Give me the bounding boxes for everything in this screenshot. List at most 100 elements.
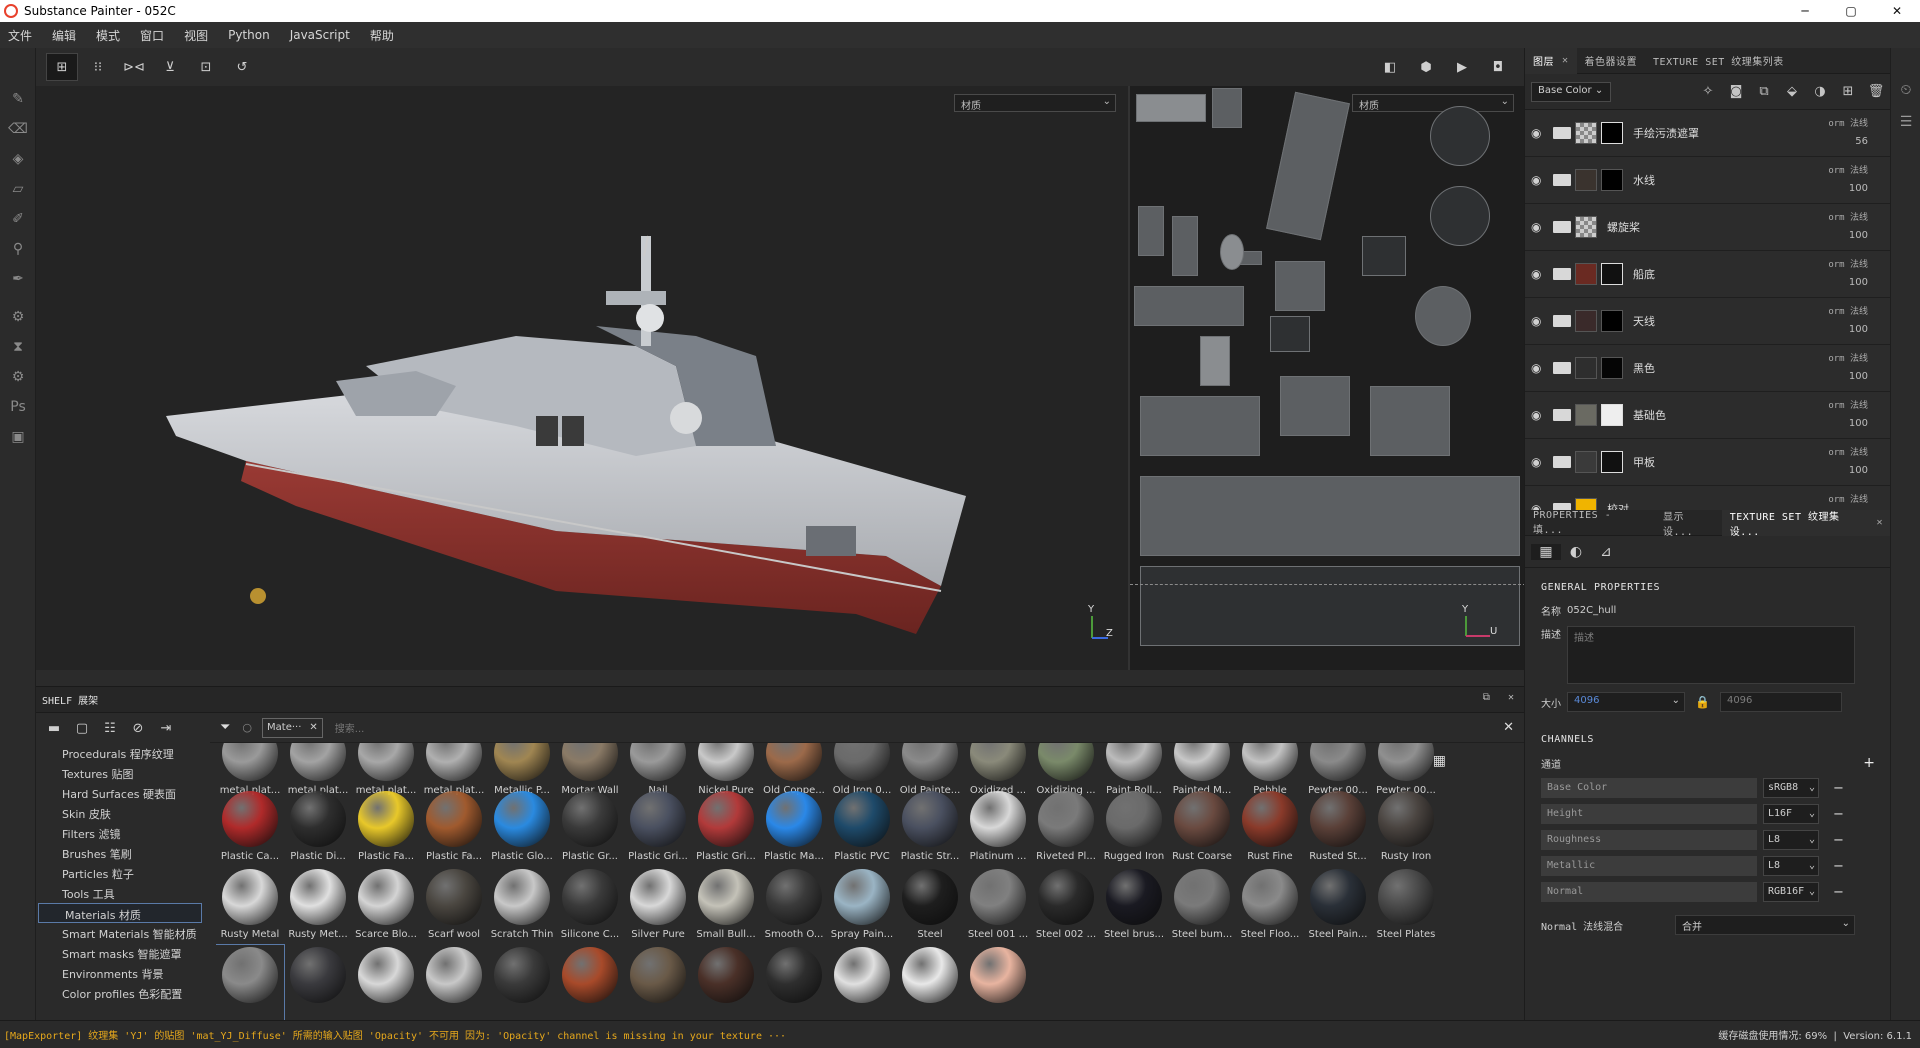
remove-channel-icon[interactable]: − [1833, 885, 1844, 900]
layer-row[interactable]: ◉ 天线 orm 法线 100 [1525, 298, 1890, 345]
material-thumbnail[interactable]: Rust Coarse [1168, 789, 1236, 867]
material-thumbnail[interactable] [624, 945, 692, 1021]
export-icon[interactable]: ⧗ [0, 332, 36, 362]
menu-javascript[interactable]: JavaScript [290, 28, 350, 42]
circle-filter-icon[interactable]: ○ [242, 721, 252, 734]
add-mask-icon[interactable]: ◙ [1722, 84, 1750, 99]
material-thumbnail[interactable]: Steel 001 ... [964, 867, 1032, 945]
channel-format-dropdown[interactable]: L16F ⌄ [1763, 804, 1819, 824]
add-view-icon[interactable]: ⊡ [190, 53, 222, 81]
layer-blend-mode[interactable]: orm 法线 [1828, 445, 1868, 458]
eraser-icon[interactable]: ⌫ [0, 114, 36, 144]
channel-format-dropdown[interactable]: L8 ⌄ [1763, 830, 1819, 850]
tab-layers[interactable]: 图层 ✕ [1525, 47, 1577, 74]
material-thumbnail[interactable]: Platinum ... [964, 789, 1032, 867]
shelf-category-materials[interactable]: Materials 材质 [38, 903, 202, 923]
channel-format-dropdown[interactable]: RGB16F ⌄ [1763, 882, 1819, 902]
material-thumbnail[interactable] [692, 945, 760, 1021]
shelf-category-skin[interactable]: Skin 皮肤 [36, 803, 204, 823]
material-thumbnail[interactable] [352, 945, 420, 1021]
remove-channel-icon[interactable]: − [1833, 781, 1844, 796]
filter-icon[interactable]: ⏷ [220, 720, 230, 735]
settings-icon[interactable]: ⚙ [0, 362, 36, 392]
close-tab-icon[interactable]: ✕ [1876, 517, 1883, 528]
material-thumbnail[interactable] [420, 945, 488, 1021]
close-tab-icon[interactable]: ✕ [1562, 55, 1569, 66]
size-dropdown[interactable]: 4096 ⌄ [1567, 692, 1685, 712]
database-icon[interactable]: ☷ [96, 721, 124, 736]
paint-brush-icon[interactable]: ✎ [0, 84, 36, 114]
material-thumbnail[interactable]: Rusty Met... [284, 867, 352, 945]
view-3d-2d-icon[interactable]: ⊞ [46, 53, 78, 81]
tab-display-settings[interactable]: 显示设... [1655, 510, 1722, 538]
material-thumbnail[interactable]: Silver Pure [624, 867, 692, 945]
layer-opacity[interactable]: 100 [1849, 277, 1868, 288]
material-thumbnail[interactable] [488, 945, 556, 1021]
layer-opacity[interactable]: 100 [1849, 371, 1868, 382]
tab-texture-set-settings[interactable]: TEXTURE SET 纹理集设... ✕ [1721, 509, 1891, 538]
shelf-category-textures[interactable]: Textures 贴图 [36, 763, 204, 783]
bake-icon[interactable]: ⚙ [0, 302, 36, 332]
filter-tag[interactable]: Mate··· ✕ [262, 717, 323, 738]
material-thumbnail[interactable]: Steel [896, 867, 964, 945]
shelf-category-color-profiles[interactable]: Color profiles 色彩配置 [36, 983, 204, 1003]
layer-blend-mode[interactable]: orm 法线 [1828, 398, 1868, 411]
delete-layer-icon[interactable]: 🗑 [1862, 84, 1890, 99]
material-thumbnail[interactable]: Steel brus... [1100, 867, 1168, 945]
add-channel-icon[interactable]: + [1863, 755, 1875, 771]
material-thumbnail[interactable]: Plastic Gr... [556, 789, 624, 867]
material-thumbnail[interactable]: Rust Fine [1236, 789, 1304, 867]
viewport-3d[interactable]: 材质 ⌄ Y Z [36, 86, 1128, 670]
visibility-eye-icon[interactable]: ◉ [1531, 173, 1549, 187]
layer-blend-mode[interactable]: orm 法线 [1828, 351, 1868, 364]
material-thumbnail[interactable]: Plastic Gri... [624, 789, 692, 867]
add-layer-icon[interactable]: ⧉ [1750, 84, 1778, 99]
viewport-2d-uv[interactable]: 材质 ⌄ Y U [1128, 86, 1524, 670]
material-thumbnail[interactable]: Smooth O... [760, 867, 828, 945]
material-thumbnail[interactable]: Rusted St... [1304, 789, 1372, 867]
add-fill-layer-icon[interactable]: ⬙ [1778, 84, 1806, 99]
material-thumbnail[interactable] [896, 945, 964, 1021]
camera-icon[interactable]: ▶ [1446, 53, 1478, 81]
layer-blend-mode[interactable]: orm 法线 [1828, 492, 1868, 505]
material-thumbnail[interactable]: Scratch Thin [488, 867, 556, 945]
log-panel-icon[interactable]: ☰ [1891, 106, 1920, 138]
layer-row[interactable]: ◉ 水线 orm 法线 100 [1525, 157, 1890, 204]
material-thumbnail[interactable] [760, 945, 828, 1021]
layer-row[interactable]: ◉ 船底 orm 法线 100 [1525, 251, 1890, 298]
visibility-eye-icon[interactable]: ◉ [1531, 361, 1549, 375]
channel-format-dropdown[interactable]: L8 ⌄ [1763, 856, 1819, 876]
tab-properties[interactable]: PROPERTIES - 填... [1525, 510, 1655, 536]
layer-blend-mode[interactable]: orm 法线 [1828, 257, 1868, 270]
layer-opacity[interactable]: 100 [1849, 465, 1868, 476]
add-folder-icon[interactable]: ⊞ [1834, 84, 1862, 99]
material-thumbnail[interactable]: Rusty Metal [216, 867, 284, 945]
shelf-category-filters[interactable]: Filters 滤镜 [36, 823, 204, 843]
history-icon[interactable]: ↺ [226, 53, 258, 81]
material-thumbnail[interactable]: Steel Floo... [1236, 867, 1304, 945]
folder-icon[interactable]: ▬ [40, 721, 68, 736]
shelf-search-input[interactable]: 搜索... [335, 720, 365, 735]
layer-opacity[interactable]: 100 [1849, 324, 1868, 335]
layer-row[interactable]: ◉ 手绘污渍遮罩 orm 法线 56 [1525, 110, 1890, 157]
shelf-category-tools[interactable]: Tools 工具 [36, 883, 204, 903]
shelf-category-environments[interactable]: Environments 背景 [36, 963, 204, 983]
material-thumbnail[interactable] [964, 945, 1032, 1021]
material-thumbnail[interactable] [284, 945, 352, 1021]
visibility-eye-icon[interactable]: ◉ [1531, 408, 1549, 422]
cube-icon[interactable]: ⬢ [1410, 53, 1442, 81]
layer-blend-mode[interactable]: orm 法线 [1828, 163, 1868, 176]
material-thumbnail[interactable]: Rusty Iron [1372, 789, 1440, 867]
photoshop-icon[interactable]: Ps [0, 392, 36, 422]
projection-icon[interactable]: ◈ [0, 144, 36, 174]
shelf-category-brushes[interactable]: Brushes 笔刷 [36, 843, 204, 863]
tab-texture-set-list[interactable]: TEXTURE SET 纹理集列表 [1645, 48, 1792, 74]
layer-row[interactable]: ◉ 螺旋桨 orm 法线 100 [1525, 204, 1890, 251]
menu-python[interactable]: Python [228, 28, 270, 42]
material-thumbnail[interactable]: Scarf wool [420, 867, 488, 945]
layer-blend-mode[interactable]: orm 法线 [1828, 304, 1868, 317]
add-effect-icon[interactable]: ✧ [1694, 84, 1722, 99]
minimize-button[interactable]: ─ [1782, 0, 1828, 22]
shelf-category-smart-masks[interactable]: Smart masks 智能遮罩 [36, 943, 204, 963]
texture-set-icon[interactable]: ▦ [1531, 543, 1561, 560]
